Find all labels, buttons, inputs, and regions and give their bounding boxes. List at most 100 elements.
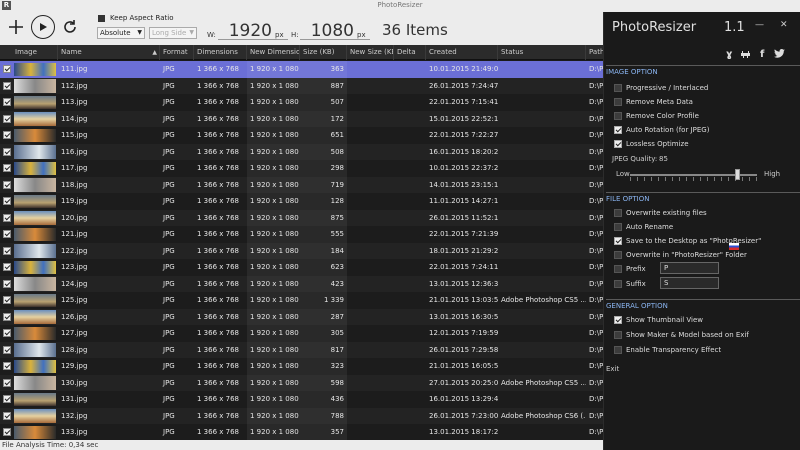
table-row[interactable]: 130.jpg JPG 1 366 x 768 1 920 x 1 080 598 27.… [0, 374, 605, 391]
option-item[interactable]: Show Thumbnail View [614, 314, 703, 326]
prefix-input[interactable]: P [660, 262, 719, 274]
start-resize-button[interactable] [31, 15, 55, 39]
refresh-button[interactable] [60, 16, 80, 38]
option-checkbox[interactable] [614, 346, 622, 354]
row-checkbox[interactable] [3, 279, 11, 288]
row-checkbox[interactable] [3, 164, 11, 172]
table-row[interactable]: 120.jpg JPG 1 366 x 768 1 920 x 1 080 875 26.… [0, 209, 605, 226]
column-header-image[interactable]: Image [12, 45, 58, 60]
option-checkbox[interactable] [614, 140, 622, 148]
option-item[interactable]: Overwrite in "PhotoResizer" Folder [614, 249, 747, 261]
row-checkbox[interactable] [3, 98, 11, 106]
table-row[interactable]: 127.jpg JPG 1 366 x 768 1 920 x 1 080 305 12.… [0, 325, 605, 342]
exit-button[interactable]: Exit [606, 365, 619, 373]
row-checkbox[interactable] [3, 197, 11, 205]
row-checkbox[interactable] [3, 65, 11, 73]
suffix-checkbox[interactable] [614, 280, 622, 288]
option-item[interactable]: Enable Transparency Effect [614, 344, 721, 356]
row-checkbox[interactable] [3, 428, 11, 436]
row-checkbox[interactable] [3, 411, 11, 420]
column-header-format[interactable]: Format [160, 45, 194, 60]
option-checkbox[interactable] [614, 316, 622, 324]
column-header-created[interactable]: Created [426, 45, 498, 60]
row-checkbox[interactable] [3, 395, 11, 403]
option-checkbox[interactable] [614, 223, 622, 231]
row-checkbox[interactable] [3, 312, 11, 321]
column-header-status[interactable]: Status [498, 45, 586, 60]
table-row[interactable]: 123.jpg JPG 1 366 x 768 1 920 x 1 080 623 22.… [0, 259, 605, 276]
option-item[interactable]: Overwrite existing files [614, 207, 707, 219]
table-row[interactable]: 128.jpg JPG 1 366 x 768 1 920 x 1 080 817 26.… [0, 341, 605, 358]
option-checkbox[interactable] [614, 112, 622, 120]
table-row[interactable]: 114.jpg JPG 1 366 x 768 1 920 x 1 080 172 15.… [0, 110, 605, 127]
height-input[interactable]: 1080 [300, 21, 354, 41]
option-checkbox[interactable] [614, 209, 622, 217]
option-checkbox[interactable] [614, 237, 622, 245]
option-checkbox[interactable] [614, 331, 622, 339]
row-checkbox[interactable] [3, 213, 11, 222]
table-row[interactable]: 131.jpg JPG 1 366 x 768 1 920 x 1 080 436 16.… [0, 391, 605, 408]
option-item[interactable]: Remove Color Profile [614, 110, 699, 122]
twitter-icon[interactable] [774, 49, 785, 61]
option-item[interactable]: Progressive / Interlaced [614, 82, 708, 94]
close-icon[interactable]: ✕ [780, 20, 788, 30]
option-item[interactable]: Auto Rename [614, 221, 673, 233]
table-row[interactable]: 119.jpg JPG 1 366 x 768 1 920 x 1 080 128 11.… [0, 193, 605, 210]
table-row[interactable]: 115.jpg JPG 1 366 x 768 1 920 x 1 080 651 22.… [0, 127, 605, 144]
table-row[interactable]: 113.jpg JPG 1 366 x 768 1 920 x 1 080 507 22.… [0, 94, 605, 111]
slider-thumb[interactable] [735, 169, 741, 180]
table-row[interactable]: 111.jpg JPG 1 366 x 768 1 920 x 1 080 363 10.… [0, 61, 605, 78]
row-checkbox[interactable] [3, 329, 11, 337]
option-item[interactable]: Remove Meta Data [614, 96, 693, 108]
facebook-icon[interactable]: f [760, 49, 764, 60]
side-mode-select[interactable]: Long Side ▼ [149, 27, 197, 39]
table-row[interactable]: 117.jpg JPG 1 366 x 768 1 920 x 1 080 298 10.… [0, 160, 605, 177]
table-row[interactable]: 118.jpg JPG 1 366 x 768 1 920 x 1 080 719 14.… [0, 176, 605, 193]
minimize-icon[interactable]: — [755, 20, 764, 30]
prefix-checkbox[interactable] [614, 265, 622, 273]
column-header-delta[interactable]: Delta [394, 45, 426, 60]
option-checkbox[interactable] [614, 84, 622, 92]
row-checkbox[interactable] [3, 147, 11, 156]
row-checkbox[interactable] [3, 378, 11, 387]
row-checkbox[interactable] [3, 296, 11, 304]
suffix-input[interactable]: S [660, 277, 719, 289]
option-checkbox[interactable] [614, 126, 622, 134]
alien-icon[interactable] [740, 49, 751, 62]
table-row[interactable]: 133.jpg JPG 1 366 x 768 1 920 x 1 080 357 13.… [0, 424, 605, 440]
row-checkbox[interactable] [3, 114, 11, 123]
column-header-new-dimensions[interactable]: New Dimensio... [247, 45, 300, 60]
keep-aspect-checkbox[interactable] [98, 15, 105, 22]
table-row[interactable]: 132.jpg JPG 1 366 x 768 1 920 x 1 080 788 26.… [0, 407, 605, 424]
row-checkbox[interactable] [3, 263, 11, 271]
option-checkbox[interactable] [614, 98, 622, 106]
option-item[interactable]: Save to the Desktop as "PhotoResizer" [614, 235, 761, 247]
table-row[interactable]: 126.jpg JPG 1 366 x 768 1 920 x 1 080 287 13.… [0, 308, 605, 325]
width-input[interactable]: 1920 [218, 21, 272, 41]
vk-icon[interactable]: ɣ [726, 49, 732, 60]
resize-mode-select[interactable]: Absolute ▼ [97, 27, 145, 39]
option-item[interactable]: Lossless Optimize [614, 138, 689, 150]
table-row[interactable]: 124.jpg JPG 1 366 x 768 1 920 x 1 080 423 13.… [0, 275, 605, 292]
row-checkbox[interactable] [3, 345, 11, 354]
column-header-name[interactable]: Name ▲ [58, 45, 160, 60]
table-row[interactable]: 121.jpg JPG 1 366 x 768 1 920 x 1 080 555 22.… [0, 226, 605, 243]
row-checkbox[interactable] [3, 246, 11, 255]
table-row[interactable]: 122.jpg JPG 1 366 x 768 1 920 x 1 080 184 18.… [0, 242, 605, 259]
table-row[interactable]: 125.jpg JPG 1 366 x 768 1 920 x 1 080 1 339 2… [0, 292, 605, 309]
table-row[interactable]: 112.jpg JPG 1 366 x 768 1 920 x 1 080 887 26.… [0, 77, 605, 94]
row-checkbox[interactable] [3, 81, 11, 90]
row-checkbox[interactable] [3, 131, 11, 139]
option-item[interactable]: Auto Rotation (for JPEG) [614, 124, 709, 136]
row-checkbox[interactable] [3, 180, 11, 189]
option-item[interactable]: Show Maker & Model based on Exif [614, 329, 749, 341]
column-header-size[interactable]: Size (KB) [300, 45, 347, 60]
row-checkbox[interactable] [3, 362, 11, 370]
column-header-new-size[interactable]: New Size (KB) [347, 45, 394, 60]
option-checkbox[interactable] [614, 251, 622, 259]
add-files-button[interactable] [6, 17, 26, 37]
column-header-dimensions[interactable]: Dimensions [194, 45, 247, 60]
row-checkbox[interactable] [3, 230, 11, 238]
table-row[interactable]: 129.jpg JPG 1 366 x 768 1 920 x 1 080 323 21.… [0, 358, 605, 375]
table-row[interactable]: 116.jpg JPG 1 366 x 768 1 920 x 1 080 508 16.… [0, 143, 605, 160]
